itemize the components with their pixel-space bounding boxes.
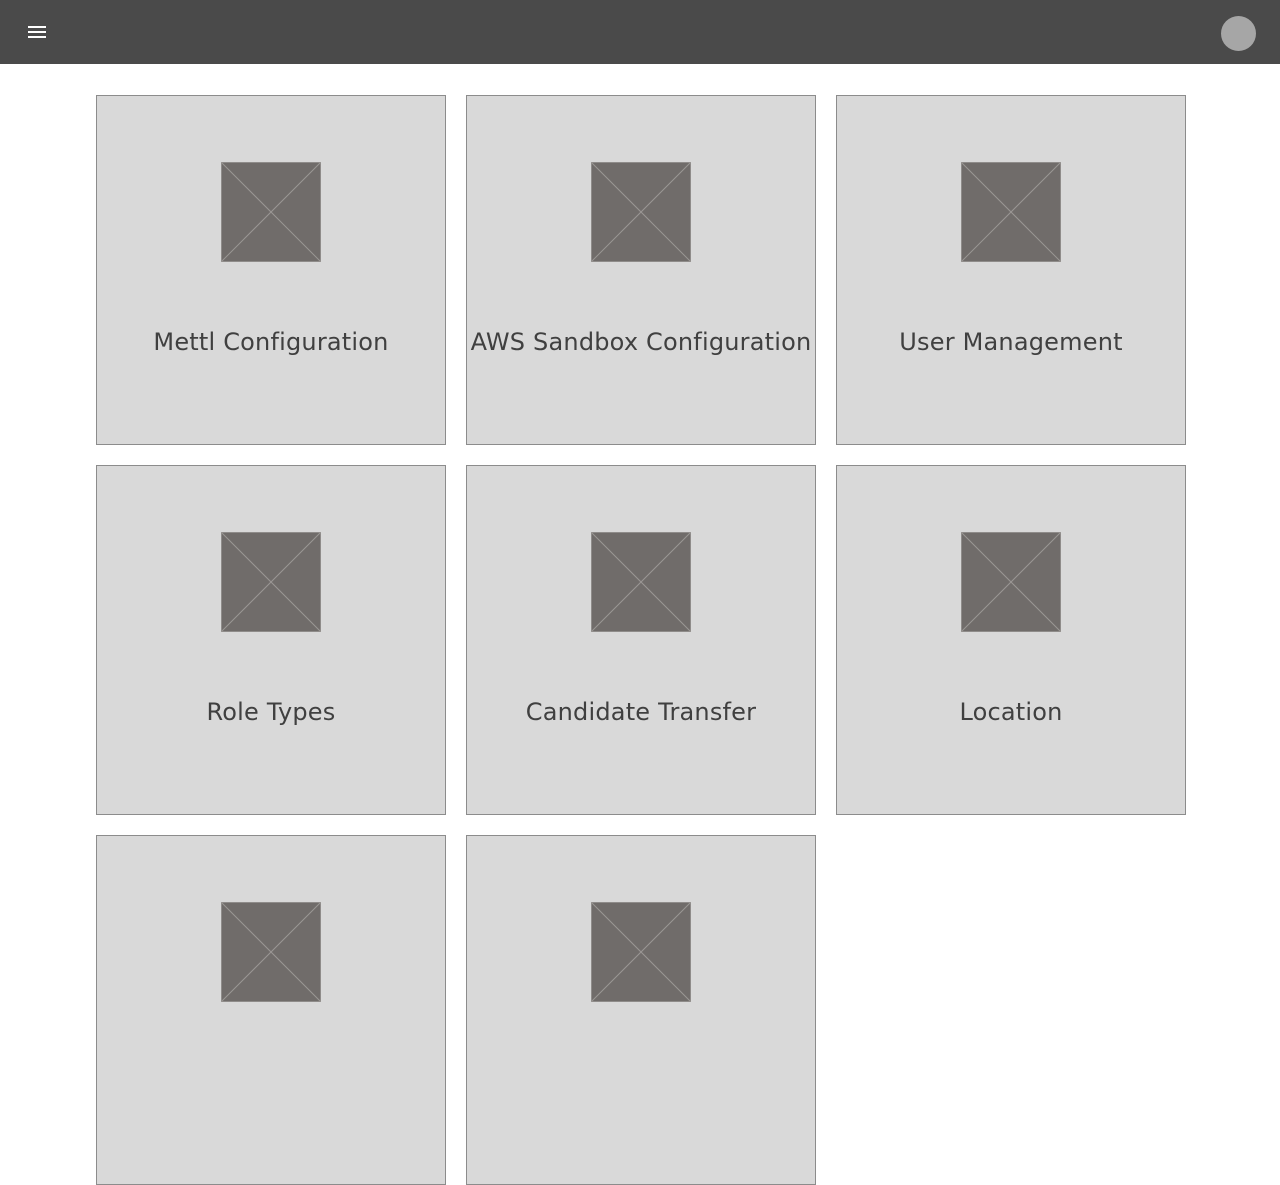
tile-user-management[interactable]: User Management	[836, 95, 1186, 445]
tile-7[interactable]	[96, 835, 446, 1185]
image-placeholder-icon	[221, 532, 321, 632]
tile-label: Role Types	[206, 698, 336, 726]
tile-label: AWS Sandbox Configuration	[470, 328, 812, 356]
tile-label: User Management	[899, 328, 1123, 356]
tile-8[interactable]	[466, 835, 816, 1185]
tile-label: Location	[959, 698, 1063, 726]
image-placeholder-icon	[591, 902, 691, 1002]
image-placeholder-icon	[221, 902, 321, 1002]
tile-label: Candidate Transfer	[525, 698, 757, 726]
tile-role-types[interactable]: Role Types	[96, 465, 446, 815]
image-placeholder-icon	[961, 532, 1061, 632]
tile-label: Mettl Configuration	[153, 328, 389, 356]
image-placeholder-icon	[591, 162, 691, 262]
image-placeholder-icon	[961, 162, 1061, 262]
image-placeholder-icon	[591, 532, 691, 632]
tile-candidate-transfer[interactable]: Candidate Transfer	[466, 465, 816, 815]
image-placeholder-icon	[221, 162, 321, 262]
tile-aws-sandbox-configuration[interactable]: AWS Sandbox Configuration	[466, 95, 816, 445]
hamburger-menu-icon[interactable]	[22, 17, 52, 47]
tile-location[interactable]: Location	[836, 465, 1186, 815]
tile-mettl-configuration[interactable]: Mettl Configuration	[96, 95, 446, 445]
user-avatar-icon[interactable]	[1221, 16, 1256, 51]
top-app-bar	[0, 0, 1280, 64]
